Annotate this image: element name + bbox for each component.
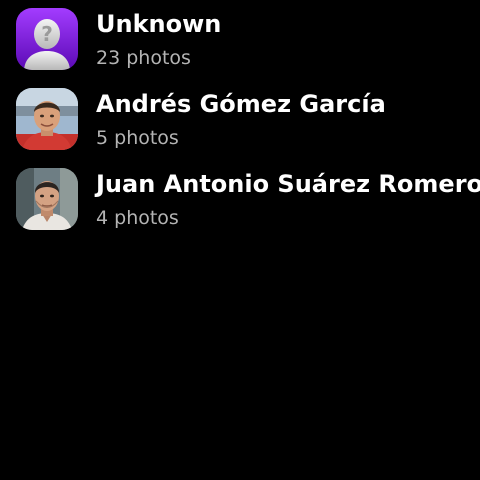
- photo-count: 5 photos: [96, 127, 179, 149]
- unknown-person-icon: ?: [16, 8, 78, 70]
- person-name: Juan Antonio Suárez Romero: [96, 170, 480, 198]
- list-item[interactable]: Juan Antonio Suárez Romero 4 photos: [0, 160, 480, 240]
- person-name: Andrés Gómez García: [96, 90, 386, 118]
- list-item[interactable]: ? Unknown 23 photos: [0, 0, 480, 80]
- person-avatar: [16, 88, 78, 150]
- people-list: ? Unknown 23 photos Andrés Gómez García: [0, 0, 480, 240]
- list-item[interactable]: Andrés Gómez García 5 photos: [0, 80, 480, 160]
- photo-count: 23 photos: [96, 47, 191, 69]
- photo-count: 4 photos: [96, 207, 179, 229]
- person-avatar: [16, 168, 78, 230]
- person-name: Unknown: [96, 10, 222, 38]
- svg-text:?: ?: [41, 22, 53, 46]
